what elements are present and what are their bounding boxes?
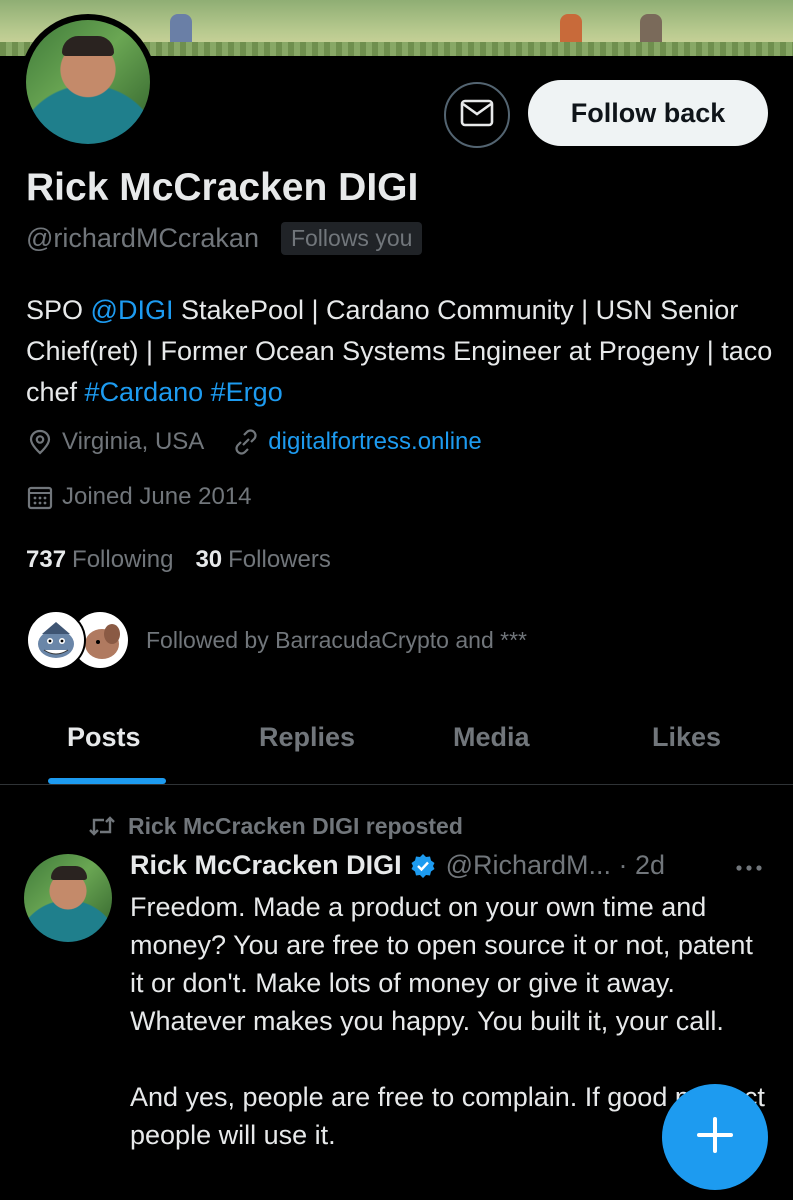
followers-link[interactable]: 30 Followers xyxy=(195,546,330,574)
bio-mention-link[interactable]: @DIGI xyxy=(91,295,174,325)
verified-badge-icon xyxy=(410,853,436,879)
repost-icon xyxy=(88,812,116,840)
link-icon xyxy=(232,428,260,456)
tab-media[interactable]: Media xyxy=(453,722,530,753)
joined-row: Joined June 2014 xyxy=(26,483,252,511)
handle-row: @richardMCcrakan Follows you xyxy=(26,222,423,255)
post-paragraph: Freedom. Made a product on your own time… xyxy=(130,892,753,1036)
profile-tabs: Posts Replies Media Likes xyxy=(0,700,793,785)
tab-replies[interactable]: Replies xyxy=(259,722,355,753)
location-website-row: Virginia, USA digitalfortress.online xyxy=(26,428,482,456)
follow-back-button[interactable]: Follow back xyxy=(528,80,768,146)
profile-stats: 737 Following 30 Followers xyxy=(26,546,331,574)
following-link[interactable]: 737 Following xyxy=(26,546,173,574)
tab-likes[interactable]: Likes xyxy=(652,722,721,753)
bio-text: SPO xyxy=(26,295,91,325)
message-button[interactable] xyxy=(444,82,510,148)
bio-text xyxy=(203,377,211,407)
repost-label: Rick McCracken DIGI reposted xyxy=(128,812,463,839)
profile-joined-date: Joined June 2014 xyxy=(62,483,252,510)
compose-post-button[interactable] xyxy=(662,1084,768,1190)
post-author-name[interactable]: Rick McCracken DIGI xyxy=(130,850,402,881)
post-author-handle-time: @RichardM... · 2d xyxy=(445,850,666,880)
post-header: Rick McCracken DIGI @RichardM... · 2d xyxy=(130,850,665,881)
profile-name: Rick McCracken DIGI xyxy=(26,166,419,209)
following-count: 737 xyxy=(26,546,67,573)
followers-label: Followers xyxy=(228,546,331,573)
follows-you-badge: Follows you xyxy=(280,222,423,255)
bio-hashtag-ergo[interactable]: #Ergo xyxy=(211,377,283,407)
tab-posts[interactable]: Posts xyxy=(67,722,141,753)
followed-by-row[interactable]: Followed by BarracudaCrypto and *** xyxy=(26,610,527,670)
following-label: Following xyxy=(72,546,174,573)
more-options-icon[interactable] xyxy=(732,856,766,885)
location-pin-icon xyxy=(26,428,54,456)
calendar-icon xyxy=(26,483,54,511)
post-author-avatar[interactable] xyxy=(24,854,112,942)
repost-indicator[interactable]: Rick McCracken DIGI reposted xyxy=(88,812,463,840)
followers-count: 30 xyxy=(195,546,223,573)
plus-icon xyxy=(695,1115,735,1160)
followed-by-text: Followed by BarracudaCrypto and *** xyxy=(146,626,527,653)
profile-website-link[interactable]: digitalfortress.online xyxy=(268,428,481,456)
envelope-icon xyxy=(460,98,494,133)
profile-bio: SPO @DIGI StakePool | Cardano Community … xyxy=(26,290,776,413)
profile-location: Virginia, USA xyxy=(62,428,205,455)
bio-hashtag-cardano[interactable]: #Cardano xyxy=(85,377,204,407)
active-tab-indicator xyxy=(48,778,166,784)
follower-avatar-barracuda xyxy=(26,610,86,670)
profile-avatar[interactable] xyxy=(20,14,156,150)
profile-handle: @richardMCcrakan xyxy=(26,223,259,253)
